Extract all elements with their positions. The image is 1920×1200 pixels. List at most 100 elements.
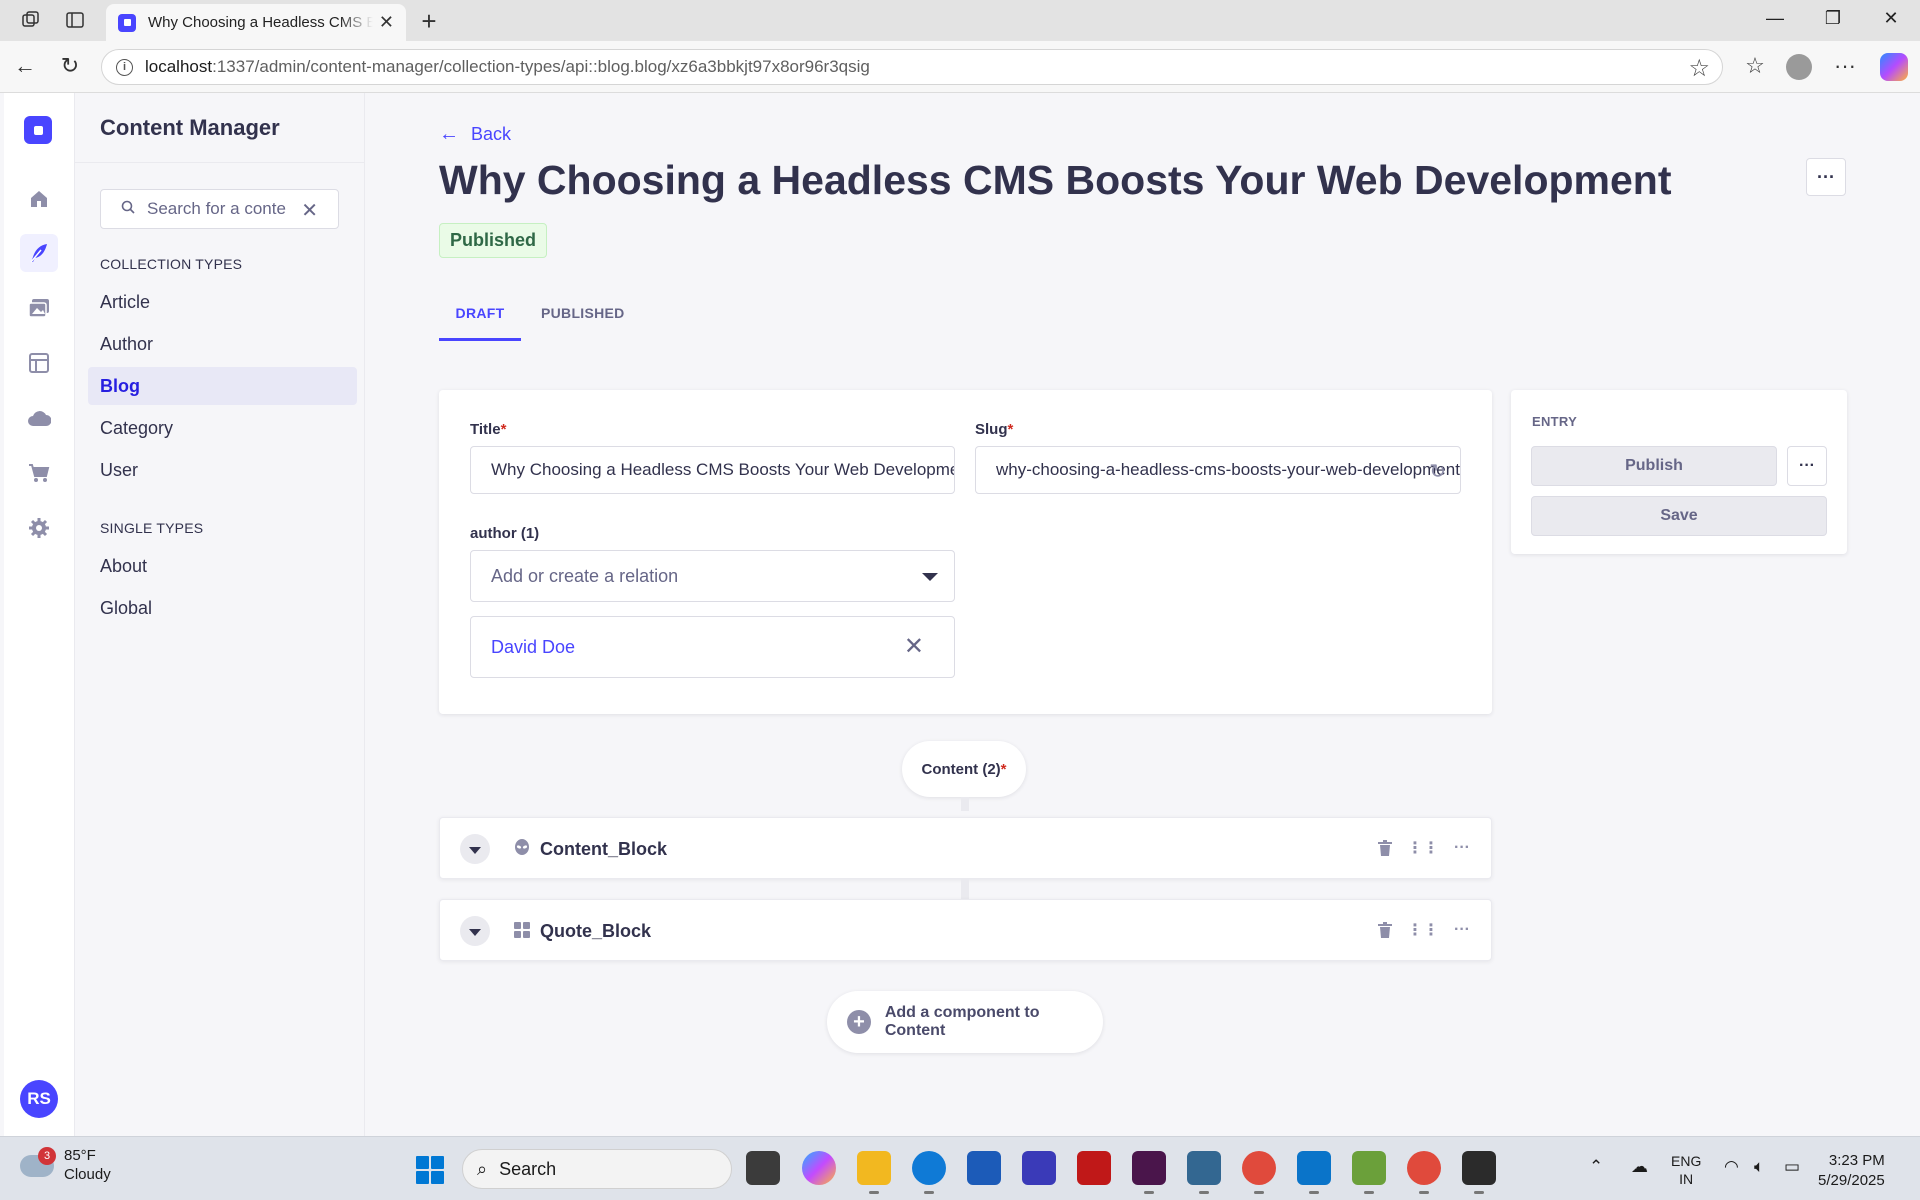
title-input[interactable]: Why Choosing a Headless CMS Boosts Your … xyxy=(470,446,955,494)
regenerate-slug-icon[interactable]: ↻ xyxy=(1429,459,1446,484)
dev-tool-icon[interactable] xyxy=(1022,1151,1056,1185)
trash-icon[interactable] xyxy=(1373,918,1397,942)
settings-icon[interactable] xyxy=(20,509,58,547)
back-nav-icon[interactable]: ← xyxy=(10,53,40,79)
browser-tab-title: Why Choosing a Headless CMS Boosts Your … xyxy=(148,14,373,31)
new-tab-button[interactable]: + xyxy=(414,6,444,37)
workspaces-icon[interactable] xyxy=(20,9,42,31)
copilot-app-icon[interactable] xyxy=(802,1151,836,1185)
tab-published[interactable]: PUBLISHED xyxy=(541,296,625,341)
publish-button[interactable]: Publish xyxy=(1531,446,1777,486)
taskbar-search[interactable]: ⌕ Search xyxy=(462,1149,732,1189)
drag-handle-icon[interactable]: ⋮⋮ xyxy=(1407,836,1439,860)
settings-more-icon[interactable]: ··· xyxy=(1830,53,1860,79)
subnav-item-global[interactable]: Global xyxy=(88,589,357,627)
close-window-button[interactable]: ✕ xyxy=(1876,8,1906,29)
file-explorer-icon[interactable] xyxy=(857,1151,891,1194)
weather-widget[interactable]: 3 85°F Cloudy xyxy=(20,1146,111,1185)
chrome-profile-icon[interactable] xyxy=(1407,1151,1441,1194)
language-code: ENG xyxy=(1671,1153,1702,1169)
battery-icon[interactable]: ▭ xyxy=(1784,1157,1800,1177)
trash-icon[interactable] xyxy=(1373,836,1397,860)
author-placeholder: Add or create a relation xyxy=(491,565,679,586)
content-manager-subnav: Content Manager Search for a content typ… xyxy=(75,93,365,1136)
restore-window-button[interactable]: ❐ xyxy=(1818,8,1848,29)
browser-tab-active[interactable]: Why Choosing a Headless CMS Boosts Your … xyxy=(106,4,406,41)
slug-input[interactable]: why-choosing-a-headless-cms-boosts-your-… xyxy=(975,446,1461,494)
url-host: localhost xyxy=(145,57,213,76)
chrome-icon[interactable] xyxy=(1242,1151,1276,1194)
drag-handle-icon[interactable]: ⋮⋮ xyxy=(1407,918,1439,942)
search-placeholder: Search for a content type xyxy=(147,199,287,218)
entry-panel: ENTRY Publish ··· Save xyxy=(1511,390,1847,554)
favorite-star-icon[interactable]: ☆ xyxy=(1688,54,1710,83)
component-quote-block: Quote_Block ⋮⋮ ··· xyxy=(439,899,1492,961)
subnav-item-user[interactable]: User xyxy=(88,451,357,489)
content-manager-icon[interactable] xyxy=(20,234,58,272)
connector-line xyxy=(961,797,969,811)
tab-draft[interactable]: DRAFT xyxy=(439,296,521,341)
microsoft-store-icon[interactable] xyxy=(967,1151,1001,1185)
vscode-icon[interactable] xyxy=(1297,1151,1331,1194)
vertical-tabs-icon[interactable] xyxy=(64,9,86,31)
author-link[interactable]: David Doe xyxy=(491,637,575,658)
close-tab-icon[interactable]: ✕ xyxy=(379,12,394,33)
chevron-up-icon[interactable]: ⌃ xyxy=(1589,1157,1603,1177)
slug-label: Slug* xyxy=(975,421,1013,438)
subnav-item-about[interactable]: About xyxy=(88,547,357,585)
component-more-icon[interactable]: ··· xyxy=(1450,836,1474,860)
home-icon[interactable] xyxy=(20,180,58,218)
photo-editor-icon[interactable] xyxy=(1352,1151,1386,1194)
task-view-icon[interactable] xyxy=(746,1151,780,1185)
subnav-item-author[interactable]: Author xyxy=(88,325,357,363)
minimize-window-button[interactable]: — xyxy=(1760,8,1790,29)
expand-toggle-icon[interactable] xyxy=(460,834,490,864)
slack-icon[interactable] xyxy=(1132,1151,1166,1194)
subnav-item-article[interactable]: Article xyxy=(88,283,357,321)
notification-badge: 3 xyxy=(38,1146,56,1165)
required-mark: * xyxy=(500,421,507,438)
favorites-icon[interactable]: ☆ xyxy=(1740,53,1770,79)
status-badge: Published xyxy=(439,223,548,258)
profile-avatar[interactable] xyxy=(1786,54,1812,80)
clear-search-icon[interactable]: ✕ xyxy=(301,198,318,223)
author-relation-select[interactable]: Add or create a relation xyxy=(470,550,955,602)
cloud-icon[interactable] xyxy=(20,399,58,437)
content-type-search-input[interactable]: Search for a content type ✕ xyxy=(100,189,339,229)
wifi-icon[interactable]: ◠ xyxy=(1724,1157,1739,1177)
language-indicator[interactable]: ENG IN xyxy=(1671,1152,1701,1188)
entry-more-button[interactable]: ··· xyxy=(1787,446,1827,486)
strapi-admin: RS Content Manager Search for a content … xyxy=(4,93,1920,1136)
remove-relation-icon[interactable]: ✕ xyxy=(904,632,924,661)
postgresql-icon[interactable] xyxy=(1187,1151,1221,1194)
site-info-icon[interactable]: i xyxy=(116,58,133,76)
mcafee-icon[interactable] xyxy=(1077,1151,1111,1185)
add-component-button[interactable]: + Add a component to Content xyxy=(827,991,1103,1053)
back-link[interactable]: ← Back xyxy=(439,123,511,146)
clock[interactable]: 3:23 PM 5/29/2025 xyxy=(1818,1151,1885,1192)
onedrive-icon[interactable]: ☁ xyxy=(1631,1157,1648,1177)
reload-icon[interactable]: ↻ xyxy=(55,53,85,79)
component-more-icon[interactable]: ··· xyxy=(1450,918,1474,942)
content-type-builder-icon[interactable] xyxy=(20,344,58,382)
weather-text: 85°F Cloudy xyxy=(64,1147,111,1185)
subnav-item-category[interactable]: Category xyxy=(88,409,357,447)
windows-start-icon[interactable] xyxy=(416,1156,444,1184)
media-library-icon[interactable] xyxy=(20,289,58,327)
expand-toggle-icon[interactable] xyxy=(460,916,490,946)
terminal-icon[interactable] xyxy=(1462,1151,1496,1194)
marketplace-icon[interactable] xyxy=(20,454,58,492)
save-button[interactable]: Save xyxy=(1531,496,1827,536)
address-bar[interactable]: i localhost :1337/admin/content-manager/… xyxy=(101,49,1723,85)
header-more-button[interactable]: ··· xyxy=(1806,158,1846,196)
subnav-title: Content Manager xyxy=(100,115,280,140)
copilot-icon[interactable] xyxy=(1880,53,1908,81)
subnav-item-blog[interactable]: Blog xyxy=(88,367,357,405)
user-avatar[interactable]: RS xyxy=(20,1080,58,1118)
volume-icon[interactable]: 🔈︎ xyxy=(1754,1157,1764,1177)
weather-desc: Cloudy xyxy=(64,1165,111,1183)
edit-view: ← Back Why Choosing a Headless CMS Boost… xyxy=(365,93,1920,1136)
edge-browser-icon[interactable] xyxy=(912,1151,946,1194)
required-mark: * xyxy=(1000,760,1007,778)
strapi-logo-icon[interactable] xyxy=(24,116,52,144)
